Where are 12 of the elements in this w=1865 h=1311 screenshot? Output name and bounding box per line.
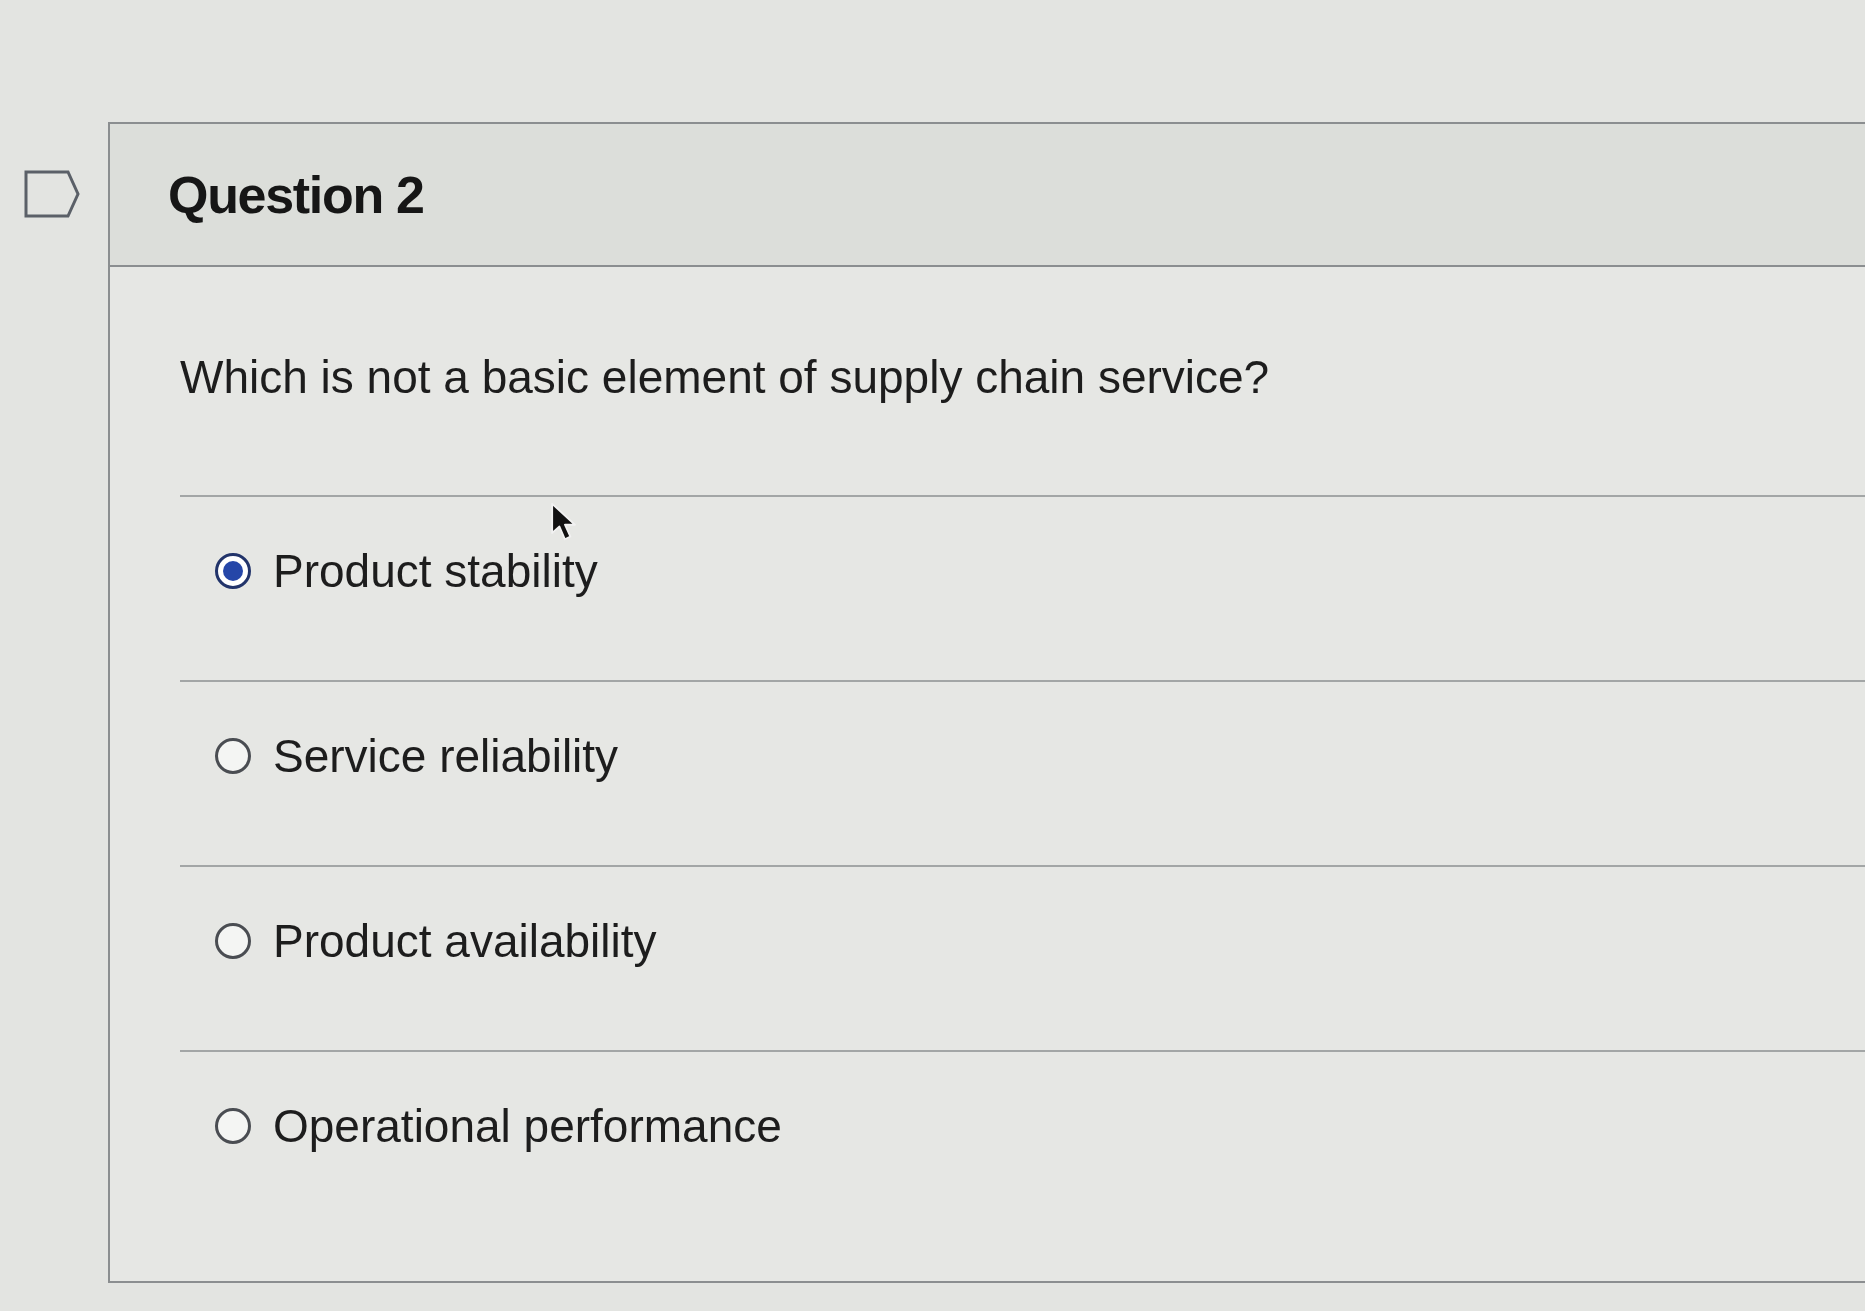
- option-label[interactable]: Service reliability: [273, 726, 619, 786]
- flag-outline-icon[interactable]: [24, 170, 80, 218]
- question-title: Question 2: [168, 164, 424, 226]
- radio-button[interactable]: [215, 1108, 251, 1144]
- radio-button[interactable]: [215, 553, 251, 589]
- option-label[interactable]: Product availability: [273, 911, 657, 971]
- question-text: Which is not a basic element of supply chain service?: [180, 350, 1271, 405]
- option-label[interactable]: Product stability: [273, 541, 598, 601]
- radio-button[interactable]: [215, 923, 251, 959]
- radio-button[interactable]: [215, 738, 251, 774]
- option-label[interactable]: Operational performance: [273, 1096, 782, 1156]
- mouse-pointer-icon: [550, 502, 578, 542]
